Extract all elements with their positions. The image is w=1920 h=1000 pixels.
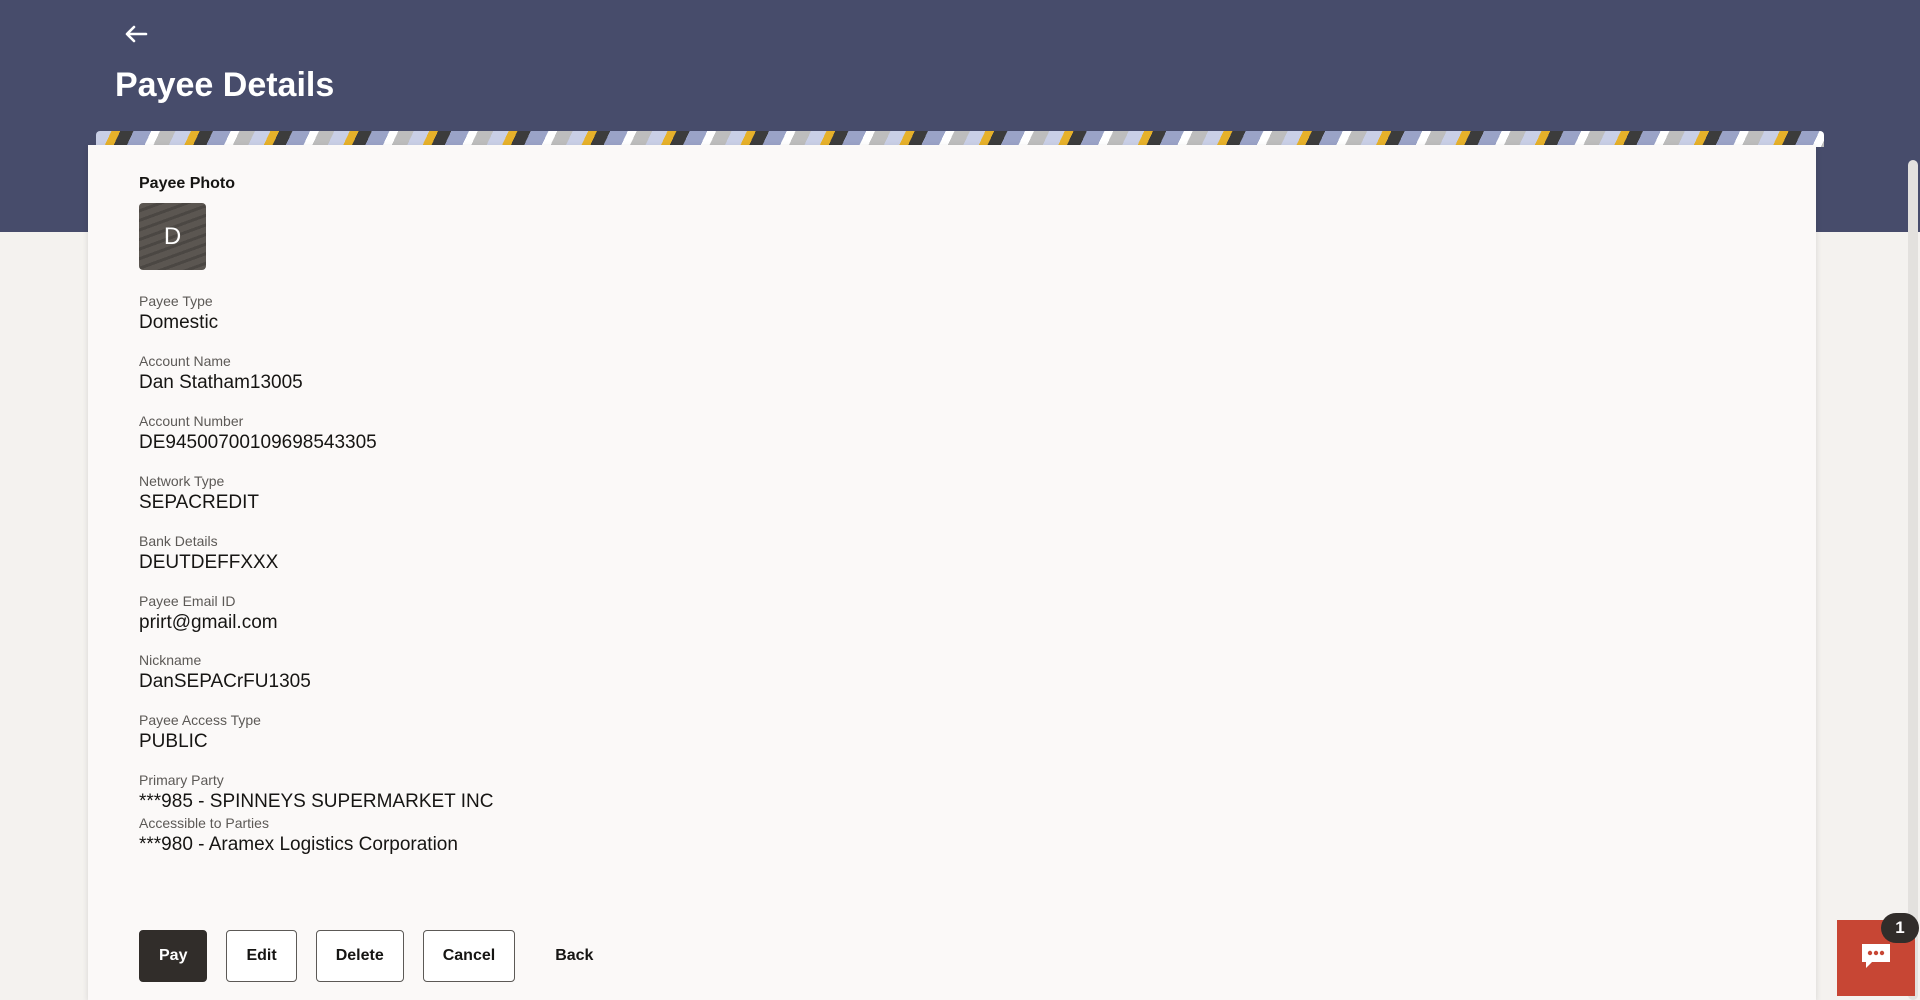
field-value: PUBLIC xyxy=(139,731,208,752)
field-label: Account Name xyxy=(139,353,231,369)
field-value: ***980 - Aramex Logistics Corporation xyxy=(139,834,458,855)
payee-details-card: Payee Photo D Payee Type Domestic Accoun… xyxy=(88,145,1816,1000)
payee-photo-label: Payee Photo xyxy=(139,175,236,192)
arrow-left-icon[interactable] xyxy=(122,20,150,48)
field-label: Bank Details xyxy=(139,533,218,549)
field-network-type: Network Type SEPACREDIT xyxy=(139,473,259,515)
field-bank-details: Bank Details DEUTDEFFXXX xyxy=(139,533,278,575)
field-label: Nickname xyxy=(139,652,202,668)
pay-button[interactable]: Pay xyxy=(139,930,208,982)
field-value: DanSEPACrFU1305 xyxy=(139,671,311,692)
field-value: Domestic xyxy=(139,312,219,333)
field-value: SEPACREDIT xyxy=(139,492,260,513)
avatar-initial: D xyxy=(163,222,182,250)
page-title: Payee Details xyxy=(115,66,335,104)
field-payee-email: Payee Email ID prirt@gmail.com xyxy=(139,593,278,635)
field-accessible-parties: Accessible to Parties ***980 - Aramex Lo… xyxy=(139,815,458,857)
field-label: Payee Type xyxy=(139,293,213,309)
field-label: Network Type xyxy=(139,473,225,489)
chat-notification-badge: 1 xyxy=(1881,913,1919,943)
field-value: DEUTDEFFXXX xyxy=(139,552,279,573)
field-label: Account Number xyxy=(139,413,244,429)
card-content: Payee Photo D Payee Type Domestic Accoun… xyxy=(139,175,1739,982)
field-nickname: Nickname DanSEPACrFU1305 xyxy=(139,652,311,694)
field-value: Dan Statham13005 xyxy=(139,372,303,393)
field-label: Payee Access Type xyxy=(139,712,261,728)
action-buttons: Pay Edit Delete Cancel Back xyxy=(139,930,633,982)
field-account-name: Account Name Dan Statham13005 xyxy=(139,353,303,395)
vertical-scrollbar[interactable] xyxy=(1908,160,1918,1000)
field-account-number: Account Number DE94500700109698543305 xyxy=(139,413,377,455)
field-payee-type: Payee Type Domestic xyxy=(139,293,218,335)
field-label: Primary Party xyxy=(139,772,224,788)
field-value: DE94500700109698543305 xyxy=(139,432,377,453)
edit-button[interactable]: Edit xyxy=(226,930,297,982)
back-button[interactable]: Back xyxy=(534,930,614,982)
field-label: Accessible to Parties xyxy=(139,815,269,831)
cancel-button[interactable]: Cancel xyxy=(422,930,516,982)
field-primary-party: Primary Party ***985 - SPINNEYS SUPERMAR… xyxy=(139,772,493,814)
delete-button[interactable]: Delete xyxy=(315,930,404,982)
chat-icon xyxy=(1859,941,1893,976)
field-value: ***985 - SPINNEYS SUPERMARKET INC xyxy=(139,791,494,812)
field-label: Payee Email ID xyxy=(139,593,236,609)
field-value: prirt@gmail.com xyxy=(139,612,278,633)
field-payee-access-type: Payee Access Type PUBLIC xyxy=(139,712,261,754)
avatar: D xyxy=(139,203,206,270)
